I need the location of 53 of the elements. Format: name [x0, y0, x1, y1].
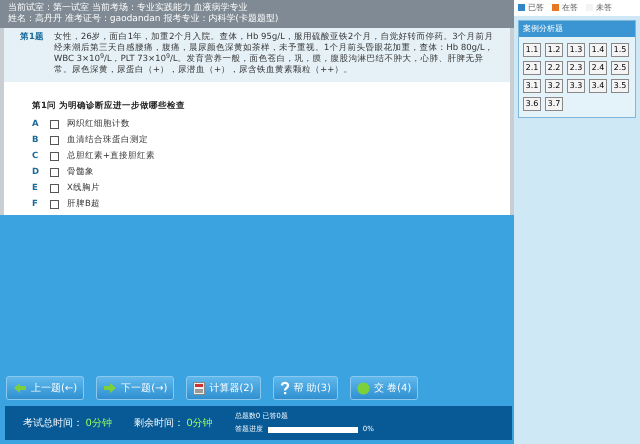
- option-text: 总胆红素+直接胆红素: [67, 150, 156, 164]
- question-number-button[interactable]: 1.4: [589, 43, 607, 57]
- question-number-button[interactable]: 3.7: [545, 97, 563, 111]
- question-number-button[interactable]: 3.2: [545, 79, 563, 93]
- question-number-button[interactable]: 2.2: [545, 61, 563, 75]
- exam-info-text: 当前试室：第一试室 当前考场：专业实践能力 血液病学专业: [8, 3, 249, 14]
- legend-label: 已答: [528, 3, 544, 12]
- question-number-button[interactable]: 1.5: [611, 43, 629, 57]
- option-letter: A: [32, 118, 40, 132]
- legend-label: 在答: [562, 3, 578, 12]
- option-letter: D: [32, 166, 40, 180]
- option-checkbox[interactable]: [50, 184, 59, 194]
- round-icon: [356, 382, 370, 394]
- question-number-button[interactable]: 3.3: [567, 79, 585, 93]
- option-checkbox[interactable]: [50, 152, 59, 162]
- option-text: 网织红细胞计数: [67, 118, 130, 132]
- question-number-button[interactable]: 2.5: [611, 61, 629, 75]
- help-icon: [280, 381, 290, 395]
- option-checkbox[interactable]: [50, 136, 59, 146]
- question-number-button[interactable]: 3.4: [589, 79, 607, 93]
- question-number-button[interactable]: 2.1: [523, 61, 541, 75]
- panel-title: 案例分析题: [519, 21, 635, 37]
- legend-label: 未答: [596, 3, 612, 12]
- question-stem: 女性，26岁，面白1年，加重2个月入院。查体，Hb 95g/L，服用硫酸亚铁2个月，自觉好转而停药。3个月前月经来潮后第三天自感腰痛，腹痛，晨尿颜色深黄如茶样，未予重视。1个月前头昏眼花加重，查体：Hb 80g/L，WBC 3×10$^{9}$/L，PLT 73×10$^{9}$/L。发育营养一般，面色苍白，巩，膜，腹股沟淋巴结不肿大，心肺、肝脾无异常。尿色深黄，尿蛋白（+），尿潜血（+），尿含铁血黄素颗粒（++）。: [54, 32, 495, 76]
- question-number-button[interactable]: 3.5: [611, 79, 629, 93]
- option-text: 肝脾B超: [67, 198, 100, 212]
- remaining-time-label: 剩余时间：: [134, 416, 184, 430]
- option-text: X线胸片: [67, 182, 100, 196]
- option-text: 骨髓象: [67, 166, 94, 180]
- option-letter: B: [32, 134, 40, 148]
- option-checkbox[interactable]: [50, 168, 59, 178]
- question-number-button[interactable]: 3.1: [523, 79, 541, 93]
- remaining-time-value: 0分钟: [186, 416, 213, 430]
- total-time-value: 0分钟: [86, 416, 112, 430]
- option-letter: E: [32, 182, 39, 196]
- question-number-button[interactable]: 2.3: [567, 61, 585, 75]
- question-number-button[interactable]: 3.6: [523, 97, 541, 111]
- candidate-info-text: 姓名：高丹丹 准考证号：gaodandan 报考专业：内科学(卡题题型): [8, 14, 280, 25]
- option-letter: F: [32, 198, 39, 212]
- question-number-button[interactable]: 1.2: [545, 43, 563, 57]
- option-checkbox[interactable]: [50, 120, 59, 130]
- sub-question-title: 第1问 为明确诊断应进一步做哪些检查: [31, 100, 186, 113]
- total-time-label: 考试总时间：: [23, 416, 83, 430]
- question-number: 第1题: [20, 32, 44, 44]
- right-arrow-icon: [103, 382, 118, 394]
- question-number-button[interactable]: 1.3: [567, 43, 585, 57]
- option-text: 血清结合珠蛋白测定: [67, 134, 148, 148]
- option-letter: C: [32, 150, 40, 164]
- calculator-icon: [193, 382, 206, 394]
- left-arrow-icon: [13, 382, 27, 394]
- question-number-button[interactable]: 1.1: [523, 43, 541, 57]
- option-checkbox[interactable]: [50, 200, 59, 210]
- question-number-button[interactable]: 2.4: [589, 61, 607, 75]
